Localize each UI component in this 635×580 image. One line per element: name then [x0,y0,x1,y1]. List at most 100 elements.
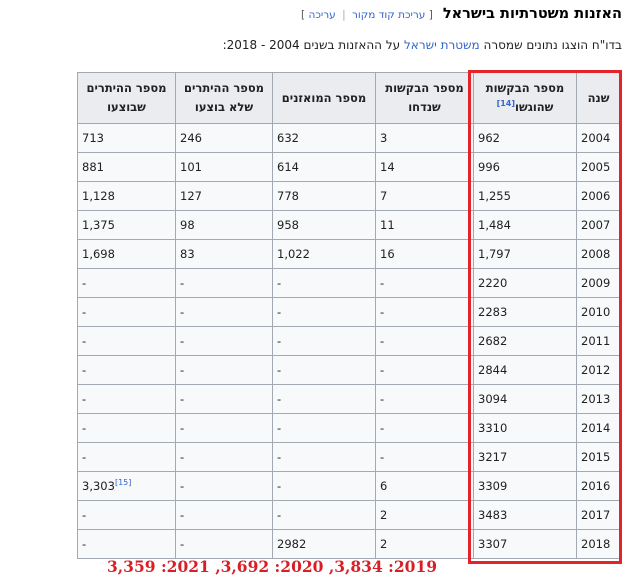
cell-year: 2013 [576,384,621,414]
cell-value: 2007 [581,218,611,232]
cell-value: - [277,450,282,464]
cell-value: 2844 [478,363,508,377]
cell-value: 2014 [581,421,611,435]
cell-value: - [277,363,282,377]
cell-year: 2009 [576,268,621,298]
reference-sup: [15] [115,478,131,487]
cell-value: - [277,421,282,435]
table-row: 2014 3310 - - - - [77,413,621,443]
cell-monitored: 958 [272,210,376,240]
cell-value: - [277,392,282,406]
column-header-label: שנה [587,90,610,105]
cell-submitted: 996 [473,152,577,182]
cell-value: 2982 [277,537,307,551]
cell-value: 16 [380,247,395,261]
cell-value: - [180,421,185,435]
cell-monitored: - [272,413,376,443]
cell-value: - [82,508,87,522]
cell-rejected: 7 [375,181,474,211]
cell-value: 2010 [581,305,611,319]
cell-value: 3 [380,131,388,145]
cell-executed: 1,128 [77,181,176,211]
column-header-label: מספר ההיתרים שבוצעו [86,81,167,114]
cell-submitted: 3310 [473,413,577,443]
cell-value: 127 [180,189,202,203]
edit-link[interactable]: עריכה [308,9,335,21]
cell-value: - [180,363,185,377]
cell-value: - [380,305,385,319]
cell-value: - [82,450,87,464]
table-row: 2012 2844 - - - - [77,355,621,385]
cell-monitored: - [272,471,376,501]
cell-not-executed: - [175,413,273,443]
cell-year: 2014 [576,413,621,443]
cell-monitored: 614 [272,152,376,182]
cell-value: - [82,421,87,435]
edit-source-link[interactable]: עריכת קוד מקור [352,9,425,21]
intro-text-after: על ההאזנות בשנים 2004 - 2018: [222,38,404,52]
table-body: 2004 962 3 632 246 713 2005 996 14 614 101 881 2006 1… [77,123,621,559]
cell-value: 958 [277,218,299,232]
cell-value: 3309 [478,479,508,493]
cell-value: 1,128 [82,189,115,203]
cell-value: - [180,450,185,464]
cell-not-executed: 101 [175,152,273,182]
cell-value: 246 [180,131,202,145]
cell-executed: - [77,297,176,327]
cell-value: 3310 [478,421,508,435]
cell-rejected: 3 [375,123,474,153]
cell-not-executed: 246 [175,123,273,153]
cell-executed: 1,375 [77,210,176,240]
cell-rejected: - [375,442,474,472]
table-row: 2010 2283 - - - - [77,297,621,327]
table-row: 2015 3217 - - - - [77,442,621,472]
cell-year: 2005 [576,152,621,182]
cell-monitored: - [272,326,376,356]
table-row: 2005 996 14 614 101 881 [77,152,621,182]
table-header-row: שנה מספר הבקשות שהוגשו[14] מספר הבקשות שנד… [77,72,621,124]
cell-value: - [82,392,87,406]
cell-value: 2012 [581,363,611,377]
cell-monitored: - [272,268,376,298]
reference-link[interactable]: [15] [115,478,131,487]
cell-value: - [82,537,87,551]
cell-value: 2283 [478,305,508,319]
cell-monitored: - [272,442,376,472]
reference-link[interactable]: [14] [497,99,515,108]
cell-year: 2006 [576,181,621,211]
cell-rejected: - [375,384,474,414]
cell-value: 1,022 [277,247,310,261]
cell-year: 2015 [576,442,621,472]
cell-value: 1,484 [478,218,511,232]
cell-value: 101 [180,160,202,174]
cell-rejected: 14 [375,152,474,182]
cell-submitted: 3094 [473,384,577,414]
edit-separator: | [342,9,346,21]
cell-rejected: - [375,413,474,443]
cell-value: - [180,508,185,522]
cell-value: - [82,363,87,377]
cell-value: 2006 [581,189,611,203]
column-header-label: מספר הבקשות שהוגשו [485,81,565,114]
cell-value: - [277,479,282,493]
column-header-label: מספר ההיתרים שלא בוצעו [184,81,264,114]
cell-value: 778 [277,189,299,203]
cell-not-executed: - [175,471,273,501]
cell-value: 2005 [581,160,611,174]
edit-bracket-close: ] [301,9,306,21]
cell-submitted: 1,484 [473,210,577,240]
column-header-4: מספר ההיתרים שלא בוצעו [175,72,273,124]
table-row: 2017 3483 2 - - - [77,500,621,530]
cell-monitored: 778 [272,181,376,211]
cell-value: 3217 [478,450,508,464]
cell-value: 1,255 [478,189,511,203]
wiki-page: האזנות משטרתיות בישראל [ עריכת קוד מקור … [0,0,635,580]
cell-value: 2682 [478,334,508,348]
cell-submitted: 2220 [473,268,577,298]
cell-value: 3307 [478,537,508,551]
cell-value: - [380,421,385,435]
edit-links: [ עריכת קוד מקור | עריכה ] [301,9,433,21]
edit-bracket-open: [ [428,9,433,21]
cell-monitored: 632 [272,123,376,153]
israel-police-link[interactable]: משטרת ישראל [404,38,480,52]
